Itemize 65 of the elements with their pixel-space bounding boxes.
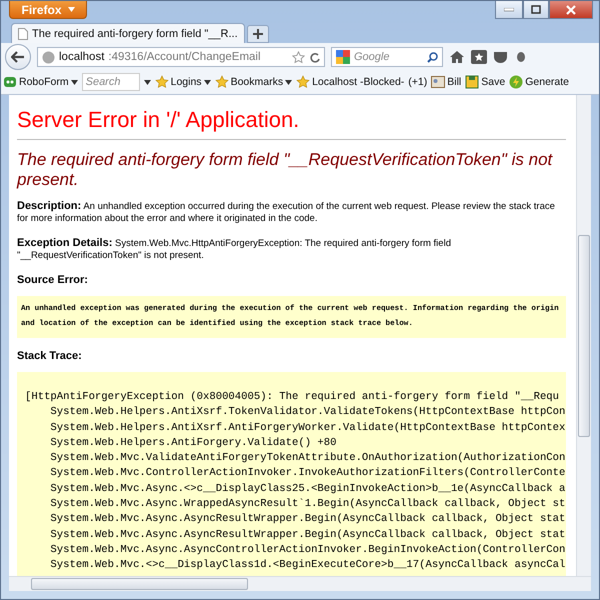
url-host: localhost — [59, 51, 104, 63]
dropdown-button[interactable] — [144, 80, 151, 84]
url-path: :49316/Account/ChangeEmail — [108, 51, 262, 63]
robot-icon — [3, 75, 17, 89]
stack-trace-label: Stack Trace: — [17, 350, 83, 362]
page-icon — [18, 28, 28, 40]
caret-icon — [285, 80, 292, 84]
bookmark-link[interactable]: Generate — [509, 75, 569, 89]
bookmark-menu[interactable]: RoboForm — [3, 75, 78, 89]
caret-icon — [144, 80, 151, 84]
bookmark-link[interactable]: Localhost -Blocked- — [296, 75, 404, 89]
caret-icon — [68, 7, 74, 12]
exception-details-text: Exception Details: System.Web.Mvc.HttpAntiForgeryException: The required anti-forgery form field "__RequestVerificationToken" is not present. — [17, 237, 452, 262]
star-icon — [154, 75, 169, 89]
caret-icon — [204, 80, 211, 84]
restore-icon — [531, 5, 541, 14]
home-icon — [449, 50, 465, 64]
stack-trace-line: System.Web.Helpers.AntiXsrf.TokenValidator.ValidateTokens(HttpContextBase httpCon — [49, 405, 566, 420]
star-icon — [214, 75, 229, 89]
bookmark-link[interactable]: Bill — [431, 76, 462, 88]
stack-trace-line: System.Web.Mvc.Async.AsyncResultWrapper.Begin(AsyncCallback callback, Object stat — [49, 528, 566, 543]
caret-icon — [70, 80, 78, 84]
vertical-scrollbar[interactable] — [576, 95, 591, 576]
stack-trace-line: System.Web.Mvc.Async.<>c__DisplayClass25.<BeginInvokeAction>b__1e(AsyncCallback a — [49, 482, 566, 497]
bookmark-menu[interactable]: Bookmarks — [214, 75, 292, 89]
bookmark-count: (+1) — [408, 76, 428, 88]
search-field[interactable]: Search — [82, 73, 140, 91]
lightning-icon — [509, 75, 524, 89]
star-box-icon — [471, 50, 487, 64]
google-logo-icon — [336, 50, 350, 64]
search-field[interactable]: Google — [331, 47, 443, 67]
stack-trace-line: System.Web.Mvc.Async.WrappedAsyncResult`1.Begin(AsyncCallback callback, Object st — [49, 497, 566, 512]
stack-trace-line: System.Web.Mvc.<>c__DisplayClass1d.<BeginExecuteCore>b__17(AsyncCallback asyncCal — [49, 558, 566, 574]
stack-trace-line: System.Web.Mvc.Async.AsyncControllerActionInvoker.BeginInvokeAction(ControllerCon — [49, 542, 566, 558]
stack-trace-line: System.Web.Helpers.AntiXsrf.AntiForgeryWorker.Validate(HttpContextBase httpContex — [49, 420, 566, 436]
stack-trace-line: System.Web.Mvc.Async.AsyncResultWrapper.Begin(AsyncCallback callback, Object stat — [49, 512, 566, 528]
star-outline-icon — [292, 50, 305, 64]
stack-trace-line: [HttpAntiForgeryException (0x80004005): The required anti-forgery form field "__Requ — [25, 390, 560, 405]
horizontal-scrollbar[interactable] — [9, 576, 591, 591]
stack-trace-line: System.Web.Mvc.ValidateAntiForgeryTokenAttribute.OnAuthorization(AuthorizationCon — [49, 451, 566, 466]
contact-card-icon — [431, 76, 446, 88]
bookmark-menu[interactable]: Logins — [154, 75, 211, 89]
close-icon — [566, 4, 576, 14]
search-icon — [427, 52, 438, 62]
back-button[interactable] — [5, 44, 31, 70]
source-error-label: Source Error: — [17, 274, 89, 286]
address-bar[interactable]: localhost :49316/Account/ChangeEmail — [37, 47, 325, 67]
bookmarks-button[interactable] — [471, 50, 487, 64]
page-title: Server Error in '/' Application. — [17, 107, 566, 140]
reload-icon — [309, 52, 320, 62]
plus-icon — [252, 29, 263, 39]
stack-trace-line: System.Web.Helpers.AntiForgery.Validate() +80 — [49, 436, 338, 451]
back-arrow-icon — [11, 51, 25, 63]
stack-trace-line: System.Web.Mvc.ControllerActionInvoker.InvokeAuthorizationFilters(ControllerConte — [49, 466, 566, 482]
error-heading: The required anti-forgery form field "__RequestVerificationToken" is not present. — [17, 150, 554, 190]
bookmark-link[interactable]: Save — [465, 75, 506, 89]
maximize-button[interactable] — [523, 1, 549, 19]
description-text: Description: An unhandled exception occurred during the execution of the current web request. Please review the stack trace for more information about the error and where it originated in the code. — [17, 200, 556, 225]
home-button[interactable] — [449, 50, 465, 64]
browser-tab[interactable]: The required anti-forgery form field "__R... — [11, 23, 245, 43]
close-button[interactable] — [549, 1, 593, 19]
minimize-button[interactable] — [495, 1, 523, 19]
new-tab-button[interactable] — [246, 25, 269, 43]
minimize-icon — [504, 8, 514, 12]
star-icon — [296, 75, 310, 89]
